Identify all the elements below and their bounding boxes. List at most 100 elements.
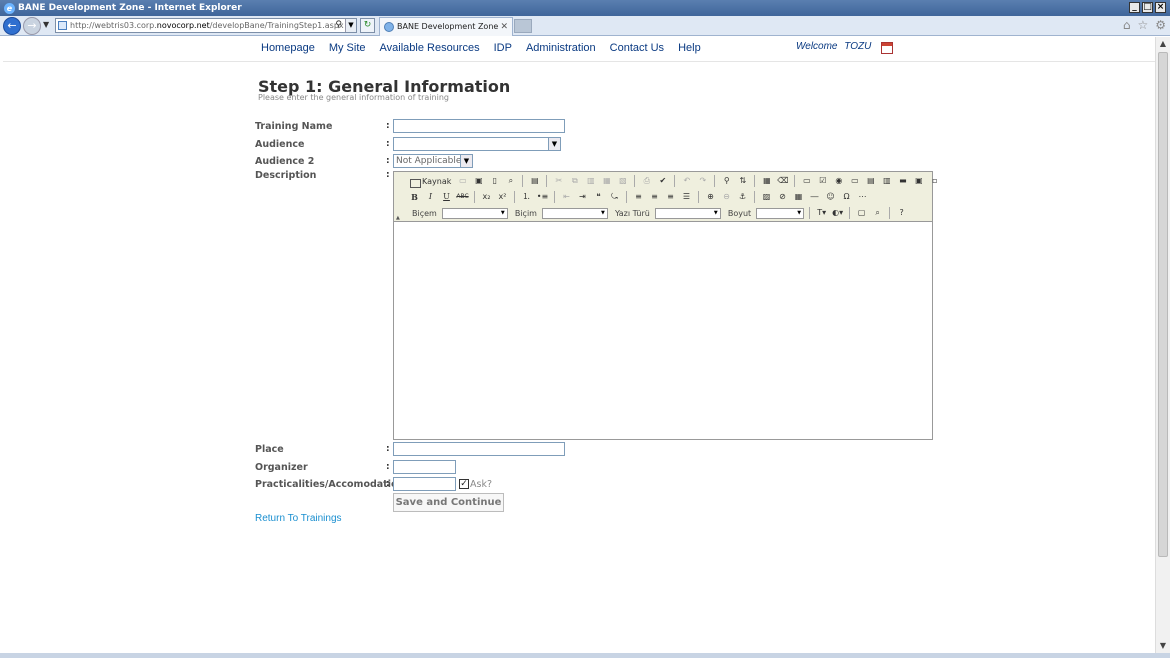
chevron-down-icon[interactable]: ▼	[795, 209, 803, 218]
save-and-continue-button[interactable]: Save and Continue	[393, 493, 504, 512]
table-icon[interactable]: ▦	[792, 191, 805, 203]
underline-icon[interactable]: U	[440, 191, 453, 203]
back-button[interactable]: ←	[3, 17, 21, 35]
subscript-icon[interactable]: x₂	[480, 191, 493, 203]
maximize-button[interactable]: □	[1142, 2, 1153, 13]
chevron-down-icon[interactable]: ▼	[599, 209, 607, 218]
scroll-down-icon[interactable]: ▼	[1156, 639, 1170, 653]
numbered-list-icon[interactable]: ⒈	[520, 191, 533, 203]
return-to-trainings-link[interactable]: Return To Trainings	[255, 513, 342, 524]
paste-icon[interactable]: ▥	[584, 175, 597, 187]
paste-word-icon[interactable]: ▧	[616, 175, 629, 187]
chevron-down-icon[interactable]: ▼	[548, 138, 560, 150]
nav-available-resources[interactable]: Available Resources	[380, 42, 480, 56]
paste-text-icon[interactable]: ▦	[600, 175, 613, 187]
textfield-icon[interactable]: ▭	[848, 175, 861, 187]
horizontal-rule-icon[interactable]: ―	[808, 191, 821, 203]
special-char-icon[interactable]: Ω	[840, 191, 853, 203]
nav-my-site[interactable]: My Site	[329, 42, 366, 56]
scroll-thumb[interactable]	[1158, 52, 1168, 557]
image-icon[interactable]: ▨	[760, 191, 773, 203]
align-justify-icon[interactable]: ☰	[680, 191, 693, 203]
style-combo[interactable]: ▼	[441, 207, 508, 219]
superscript-icon[interactable]: x²	[496, 191, 509, 203]
maximize-editor-icon[interactable]: ▢	[855, 207, 868, 219]
browser-tab[interactable]: BANE Development Zone ✕	[379, 17, 513, 36]
scroll-up-icon[interactable]: ▲	[1156, 37, 1170, 51]
templates-icon[interactable]: ▤	[528, 175, 541, 187]
nav-administration[interactable]: Administration	[526, 42, 596, 56]
ask-checkbox[interactable]: ✓	[459, 479, 469, 489]
hidden-field-icon[interactable]: ▫	[928, 175, 941, 187]
audience-select[interactable]: ▼	[393, 137, 561, 151]
place-input[interactable]	[393, 442, 565, 456]
minimize-button[interactable]: _	[1129, 2, 1140, 13]
chevron-down-icon[interactable]: ▼	[460, 155, 472, 167]
copy-icon[interactable]: ⧉	[568, 175, 581, 187]
form-icon[interactable]: ▭	[800, 175, 813, 187]
nav-help[interactable]: Help	[678, 42, 701, 56]
blockquote-icon[interactable]: ❝	[592, 191, 605, 203]
save-doc-icon[interactable]: ▭	[456, 175, 469, 187]
preview-icon[interactable]: ⌕	[504, 175, 517, 187]
indent-icon[interactable]: ⇥	[576, 191, 589, 203]
new-tab-button[interactable]	[514, 19, 532, 33]
cut-icon[interactable]: ✂	[552, 175, 565, 187]
home-icon[interactable]: ⌂	[1123, 18, 1131, 32]
refresh-icon[interactable]: ↻	[360, 18, 375, 33]
source-button[interactable]: Kaynak	[408, 177, 453, 188]
search-icon[interactable]: ⚲	[335, 19, 342, 32]
link-icon[interactable]: ⊕	[704, 191, 717, 203]
outdent-icon[interactable]: ⇤	[560, 191, 573, 203]
div-container-icon[interactable]: ⤿	[608, 191, 621, 203]
chevron-down-icon[interactable]: ▼	[499, 209, 507, 218]
redo-icon[interactable]: ↷	[696, 175, 709, 187]
bold-icon[interactable]: B	[408, 191, 421, 203]
italic-icon[interactable]: I	[424, 191, 437, 203]
format-combo[interactable]: ▼	[541, 207, 608, 219]
favorites-star-icon[interactable]: ☆	[1137, 18, 1148, 32]
page-break-icon[interactable]: ⋯	[856, 191, 869, 203]
find-icon[interactable]: ⚲	[720, 175, 733, 187]
about-icon[interactable]: ?	[895, 207, 908, 219]
select-field-icon[interactable]: ▥	[880, 175, 893, 187]
textarea-icon[interactable]: ▤	[864, 175, 877, 187]
align-left-icon[interactable]: ≡	[632, 191, 645, 203]
background-color-icon[interactable]: ◐▾	[831, 207, 844, 219]
smiley-icon[interactable]: ☺	[824, 191, 837, 203]
size-combo[interactable]: ▼	[756, 207, 805, 219]
spellcheck-icon[interactable]: ✔	[656, 175, 669, 187]
training-name-input[interactable]	[393, 119, 565, 133]
remove-format-icon[interactable]: ⌫	[776, 175, 789, 187]
image-button-icon[interactable]: ▣	[912, 175, 925, 187]
strikethrough-icon[interactable]: ABC	[456, 191, 469, 203]
undo-icon[interactable]: ↶	[680, 175, 693, 187]
nav-contact-us[interactable]: Contact Us	[610, 42, 664, 56]
organizer-input[interactable]	[393, 460, 456, 474]
save-icon[interactable]: ▣	[472, 175, 485, 187]
nav-homepage[interactable]: Homepage	[261, 42, 315, 56]
collapse-toolbar-icon[interactable]: ▲	[396, 216, 403, 221]
audience2-select[interactable]: Not Applicable ▼	[393, 154, 473, 168]
select-all-icon[interactable]: ▦	[760, 175, 773, 187]
button-field-icon[interactable]: ▬	[896, 175, 909, 187]
align-right-icon[interactable]: ≡	[664, 191, 677, 203]
replace-icon[interactable]: ⇅	[736, 175, 749, 187]
anchor-icon[interactable]: ⚓	[736, 191, 749, 203]
bulleted-list-icon[interactable]: •≡	[536, 191, 549, 203]
font-combo[interactable]: ▼	[654, 207, 721, 219]
nav-idp[interactable]: IDP	[494, 42, 512, 56]
flash-icon[interactable]: ⊘	[776, 191, 789, 203]
tab-close-icon[interactable]: ✕	[500, 18, 508, 36]
align-center-icon[interactable]: ≡	[648, 191, 661, 203]
settings-gear-icon[interactable]: ⚙	[1155, 18, 1166, 32]
unlink-icon[interactable]: ⊖	[720, 191, 733, 203]
close-window-button[interactable]: ×	[1155, 2, 1166, 13]
editor-text-area[interactable]	[394, 223, 932, 439]
forward-button[interactable]: →	[23, 17, 41, 35]
checkbox-icon[interactable]: ☑	[816, 175, 829, 187]
show-blocks-icon[interactable]: ⌕	[871, 207, 884, 219]
history-dropdown-icon[interactable]: ▼	[43, 20, 49, 29]
address-bar[interactable]: http://webtris03.corp.novocorp.net/devel…	[55, 18, 357, 33]
new-page-icon[interactable]: ▯	[488, 175, 501, 187]
